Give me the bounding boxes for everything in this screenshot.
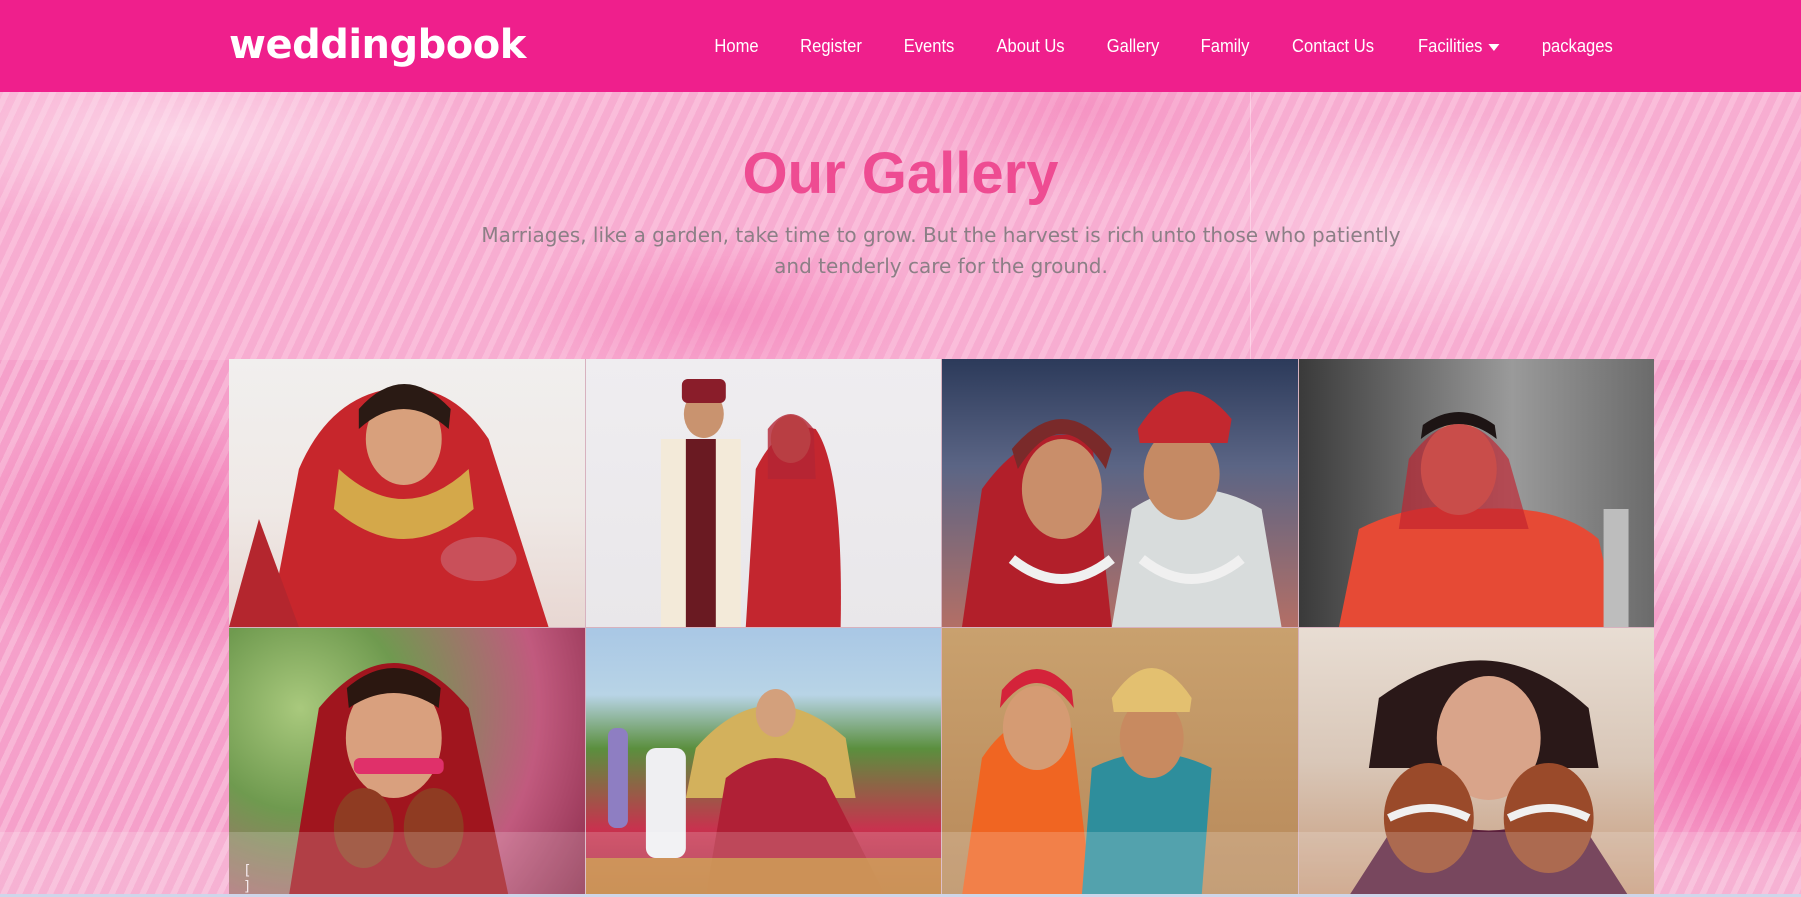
nav-label: Register <box>800 35 863 56</box>
nav-family[interactable]: Family <box>1184 36 1267 57</box>
gallery-photo-couple-standing[interactable] <box>585 359 941 627</box>
gallery-photo-bride-hands-under-chin[interactable] <box>1298 628 1654 896</box>
photo-illustration <box>660 379 841 627</box>
photo-illustration <box>1348 660 1629 896</box>
photo-illustration <box>1338 412 1629 627</box>
nav-about-us[interactable]: About Us <box>980 36 1082 57</box>
gallery-photo-couple-turban[interactable] <box>942 628 1298 896</box>
nav-register[interactable]: Register <box>783 36 879 57</box>
gallery-photo-bride-with-lipstick[interactable]: [ ] <box>229 628 585 896</box>
nav-contact-us[interactable]: Contact Us <box>1275 36 1391 57</box>
gallery-photo-bride-with-mask[interactable] <box>229 359 585 627</box>
nav-label: Contact Us <box>1292 35 1375 56</box>
navbar: weddingbook Home Register Events About U… <box>0 0 1801 92</box>
brand-logo[interactable]: weddingbook <box>229 22 526 68</box>
nav-label: Gallery <box>1107 35 1160 56</box>
nav-label: About Us <box>996 35 1065 56</box>
nav-events[interactable]: Events <box>887 36 972 57</box>
photo-illustration <box>961 668 1212 896</box>
gallery-photo-bride-on-throne[interactable] <box>585 628 941 896</box>
nav-label: Facilities <box>1418 35 1483 56</box>
caret-down-icon <box>1488 43 1500 51</box>
photo-illustration <box>229 384 549 627</box>
nav-label: Family <box>1200 35 1250 56</box>
photo-illustration <box>585 689 941 896</box>
nav-facilities-dropdown[interactable]: Facilities <box>1401 36 1516 57</box>
page-subtitle: Marriages, like a garden, take time to g… <box>481 223 1401 278</box>
nav-label: packages <box>1542 35 1614 56</box>
gallery-photo-couple-smiling-garlands[interactable] <box>942 359 1298 627</box>
nav-label: Home <box>714 35 759 56</box>
nav-label: Events <box>903 35 955 56</box>
nav-links: Home Register Events About Us Gallery Fa… <box>694 0 1617 92</box>
nav-home[interactable]: Home <box>698 36 776 57</box>
photo-illustration <box>288 663 509 896</box>
expand-icon[interactable]: [ ] <box>243 863 265 895</box>
nav-packages[interactable]: packages <box>1525 36 1613 57</box>
gallery-photo-bride-seated[interactable] <box>1298 359 1654 627</box>
photo-illustration <box>961 391 1282 627</box>
page-title: Our Gallery <box>742 141 1059 206</box>
gallery-grid: [ ] <box>229 359 1654 896</box>
nav-gallery[interactable]: Gallery <box>1090 36 1176 57</box>
